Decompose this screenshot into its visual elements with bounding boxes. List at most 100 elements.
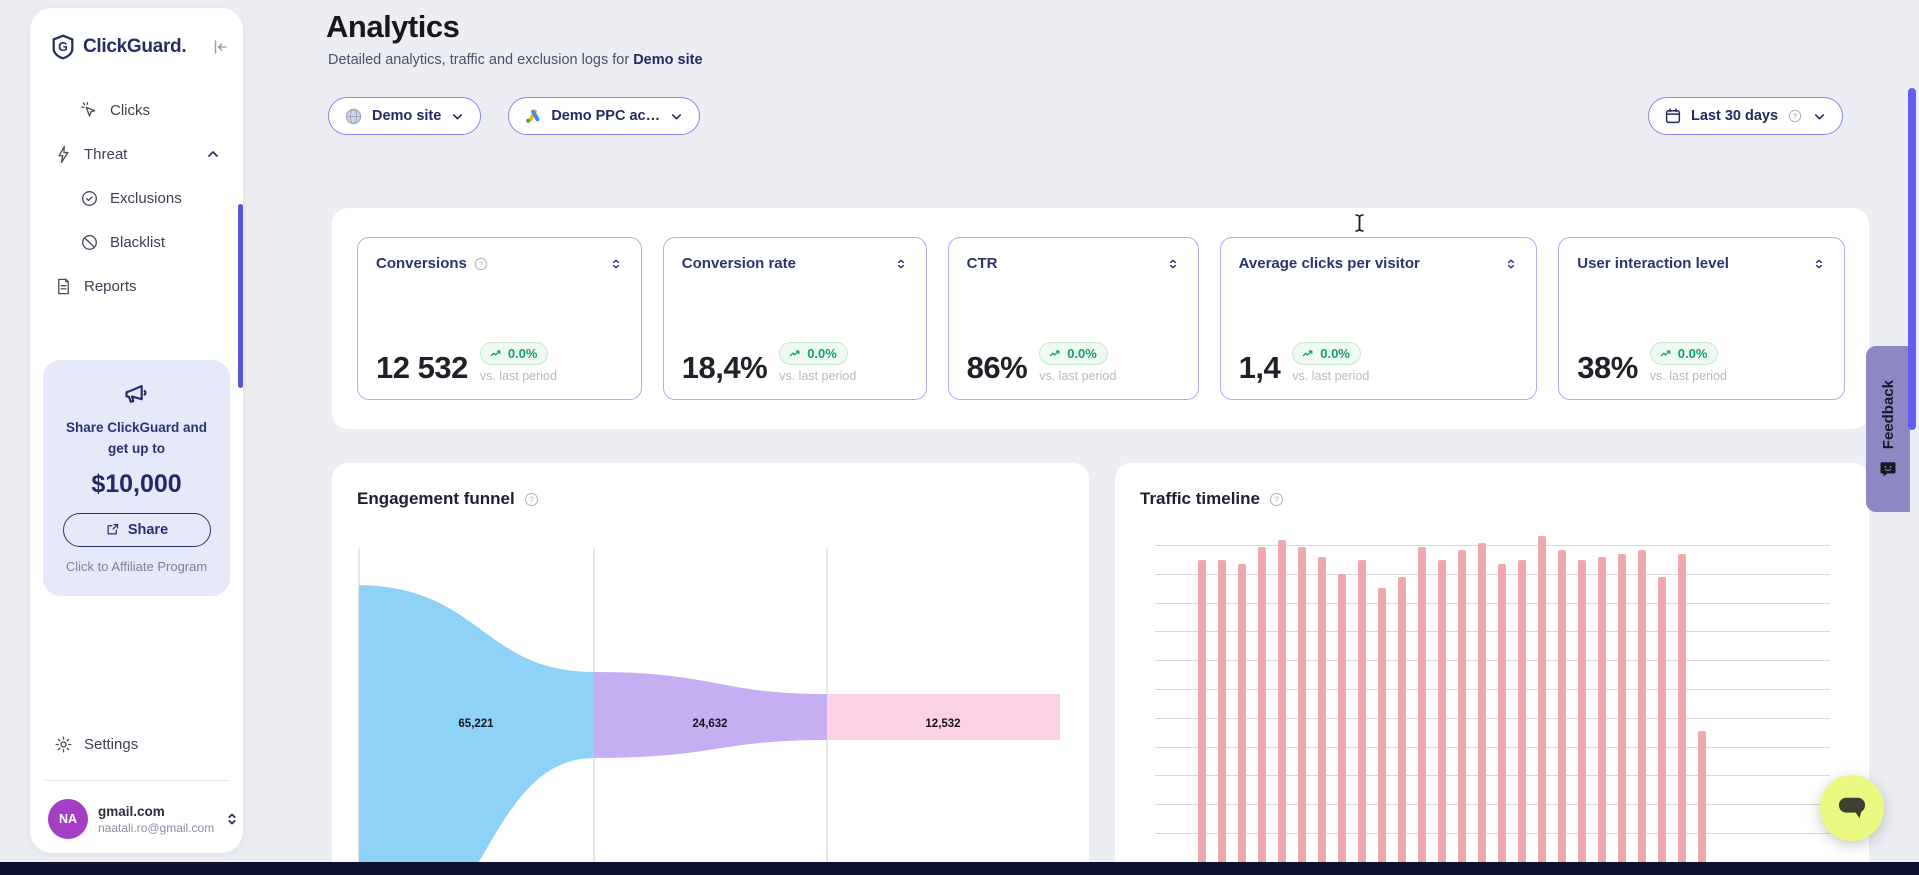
affiliate-hint: Click to Affiliate Program xyxy=(55,559,218,574)
updown-chevron-icon xyxy=(224,810,240,828)
help-icon[interactable]: ? xyxy=(473,256,489,272)
traffic-bar xyxy=(1618,554,1626,875)
chart-title: Traffic timeline xyxy=(1140,489,1260,509)
kpi-label: Conversions xyxy=(376,255,467,272)
traffic-bar xyxy=(1498,564,1506,875)
affiliate-promo-card[interactable]: Share ClickGuard and get up to $10,000 S… xyxy=(43,360,230,596)
funnel-stage-purple xyxy=(594,672,827,758)
share-button[interactable]: Share xyxy=(63,513,211,547)
kpi-value: 1,4 xyxy=(1239,352,1281,383)
chat-launcher-button[interactable] xyxy=(1820,775,1884,841)
promo-line1: Share ClickGuard and xyxy=(55,418,218,439)
kpi-label: CTR xyxy=(967,255,998,272)
kpi-panel: Conversions? 12 532 0.0% vs. last periodCon… xyxy=(332,208,1869,429)
external-link-icon xyxy=(105,522,120,537)
page-subtitle: Detailed analytics, traffic and exclusio… xyxy=(328,52,703,68)
date-range-value: Last 30 days xyxy=(1691,108,1778,124)
calendar-icon xyxy=(1664,107,1682,125)
traffic-bar xyxy=(1478,543,1486,875)
kpi-value: 38% xyxy=(1577,352,1638,383)
funnel-chart: 65,221 24,632 12,532 xyxy=(332,463,1089,875)
megaphone-icon xyxy=(55,380,218,408)
trending-up-icon xyxy=(1301,347,1315,360)
funnel-stage-pink xyxy=(827,694,1060,740)
sidebar-item-settings[interactable]: Settings xyxy=(30,722,243,766)
kpi-card: Average clicks per visitor1,40.0%vs. las… xyxy=(1220,237,1538,400)
site-selector[interactable]: Demo site xyxy=(328,97,481,135)
kpi-card: CTR86%0.0%vs. last period xyxy=(948,237,1199,400)
account-title: gmail.com xyxy=(98,804,214,819)
settings-label: Settings xyxy=(84,736,138,753)
gridline xyxy=(1155,603,1830,604)
traffic-bar xyxy=(1598,557,1606,875)
chevron-up-icon[interactable] xyxy=(205,146,221,162)
traffic-bar xyxy=(1358,560,1366,875)
kpi-change-value: 0.0% xyxy=(1678,346,1708,361)
svg-text:?: ? xyxy=(479,259,483,268)
badge-check-icon xyxy=(80,189,99,208)
traffic-bar xyxy=(1538,536,1546,875)
kpi-value: 18,4% xyxy=(682,352,767,383)
bottom-edge-bar xyxy=(0,862,1919,875)
feedback-label: Feedback xyxy=(1880,380,1897,449)
sidebar-item-clicks[interactable]: Clicks xyxy=(40,88,233,132)
site-selector-value: Demo site xyxy=(372,108,441,124)
sidebar-item-reports[interactable]: Reports xyxy=(40,264,233,308)
feedback-tab[interactable]: Feedback xyxy=(1866,346,1910,512)
kpi-compare-label: vs. last period xyxy=(480,369,557,383)
kpi-value: 12 532 xyxy=(376,352,468,383)
page-scrollbar[interactable] xyxy=(1908,88,1916,430)
cursor-click-icon xyxy=(80,101,99,120)
traffic-bar xyxy=(1338,574,1346,875)
funnel-stage-value: 65,221 xyxy=(458,718,493,730)
google-ads-icon xyxy=(524,107,542,125)
sort-icon[interactable] xyxy=(894,256,908,272)
globe-icon xyxy=(344,107,363,126)
avatar: NA xyxy=(48,799,88,839)
trending-up-icon xyxy=(788,347,802,360)
traffic-bar xyxy=(1238,564,1246,875)
trending-up-icon xyxy=(489,347,503,360)
sort-icon[interactable] xyxy=(609,256,623,272)
text-cursor xyxy=(1354,213,1365,233)
traffic-bar xyxy=(1318,557,1326,875)
help-icon[interactable]: ? xyxy=(1787,108,1803,124)
traffic-bar xyxy=(1418,547,1426,875)
document-icon xyxy=(54,277,73,296)
date-range-selector[interactable]: Last 30 days ? xyxy=(1648,97,1843,135)
traffic-bar xyxy=(1578,560,1586,875)
blocked-icon xyxy=(80,233,99,252)
traffic-timeline-card: Traffic timeline ? xyxy=(1115,463,1869,875)
ppc-account-selector[interactable]: Demo PPC ac… xyxy=(508,97,700,135)
sidebar-item-threat[interactable]: Threat xyxy=(40,132,233,176)
kpi-change-badge: 0.0% xyxy=(480,342,549,365)
gridline xyxy=(1155,747,1830,748)
sidebar-item-blacklist[interactable]: Blacklist xyxy=(40,220,233,264)
clickguard-shield-icon: G xyxy=(50,34,76,60)
ppc-account-value: Demo PPC ac… xyxy=(551,108,660,124)
sort-icon[interactable] xyxy=(1504,256,1518,272)
app-name: ClickGuard. xyxy=(83,36,186,58)
traffic-bar xyxy=(1518,560,1526,875)
help-icon[interactable]: ? xyxy=(1268,491,1285,508)
gridline xyxy=(1155,804,1830,805)
account-switcher[interactable]: NA gmail.com naatali.ro@gmail.com xyxy=(30,799,243,839)
sidebar-item-exclusions[interactable]: Exclusions xyxy=(40,176,233,220)
kpi-card: User interaction level38%0.0%vs. last pe… xyxy=(1558,237,1845,400)
gridline xyxy=(1155,718,1830,719)
collapse-sidebar-icon[interactable] xyxy=(211,38,229,56)
svg-text:?: ? xyxy=(1793,112,1798,121)
kpi-change-badge: 0.0% xyxy=(1650,342,1719,365)
kpi-change-badge: 0.0% xyxy=(779,342,848,365)
chat-bubble-icon xyxy=(1837,794,1867,822)
sort-icon[interactable] xyxy=(1812,256,1826,272)
page-title: Analytics xyxy=(326,9,459,45)
sidebar-scroll-indicator[interactable] xyxy=(238,204,243,388)
traffic-bar xyxy=(1678,554,1686,875)
divider xyxy=(44,780,229,781)
sort-icon[interactable] xyxy=(1166,256,1180,272)
chevron-down-icon xyxy=(450,109,465,124)
kpi-card: Conversions? 12 532 0.0% vs. last period xyxy=(357,237,642,400)
funnel-stage-value: 12,532 xyxy=(925,718,960,730)
traffic-bar xyxy=(1198,560,1206,875)
